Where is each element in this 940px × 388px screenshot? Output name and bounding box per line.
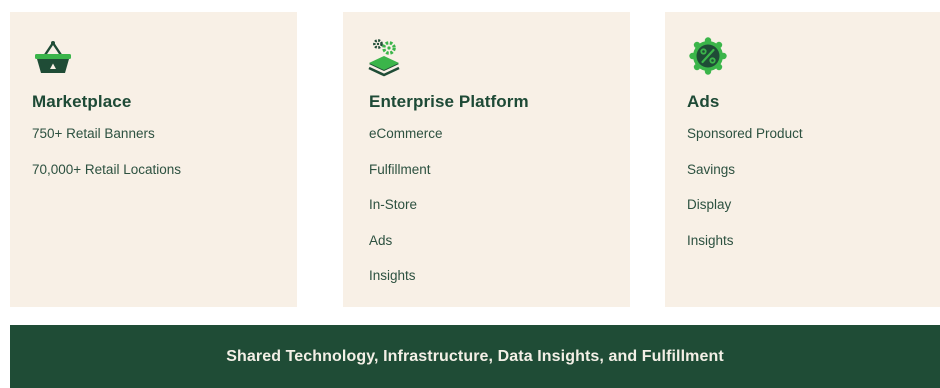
shopping-basket-icon xyxy=(35,41,71,73)
list-item: Sponsored Product xyxy=(687,126,803,141)
list-item: Ads xyxy=(369,232,393,248)
list-item: Display xyxy=(687,197,732,212)
list-item: 750+ Retail Banners xyxy=(32,126,155,141)
ads-card: Ads Sponsored Product Savings Display In… xyxy=(665,12,940,307)
list-item: Insights xyxy=(687,232,734,248)
marketplace-items-list: 750+ Retail Banners 70,000+ Retail Locat… xyxy=(32,125,181,196)
marketplace-card: Marketplace 750+ Retail Banners 70,000+ … xyxy=(10,12,297,307)
ads-items-list: Sponsored Product Savings Display Insigh… xyxy=(687,125,803,267)
list-item: eCommerce xyxy=(369,126,443,141)
list-item: 70,000+ Retail Locations xyxy=(32,161,181,177)
enterprise-platform-card: Enterprise Platform eCommerce Fulfillmen… xyxy=(343,12,630,307)
list-item: Insights xyxy=(369,268,416,283)
list-item: Savings xyxy=(687,161,736,177)
enterprise-platform-items-list: eCommerce Fulfillment In-Store Ads Insig… xyxy=(369,125,443,303)
list-item: Fulfillment xyxy=(369,161,431,177)
card-title-marketplace: Marketplace xyxy=(32,92,132,111)
platform-layers-gears-icon xyxy=(368,39,400,77)
shared-foundation-text: Shared Technology, Infrastructure, Data … xyxy=(226,347,724,365)
list-item: In-Store xyxy=(369,197,418,212)
card-title-enterprise-platform: Enterprise Platform xyxy=(369,92,529,111)
card-title-ads: Ads xyxy=(687,92,720,111)
percent-badge-icon xyxy=(689,37,727,75)
shared-foundation-bar: Shared Technology, Infrastructure, Data … xyxy=(10,325,940,388)
